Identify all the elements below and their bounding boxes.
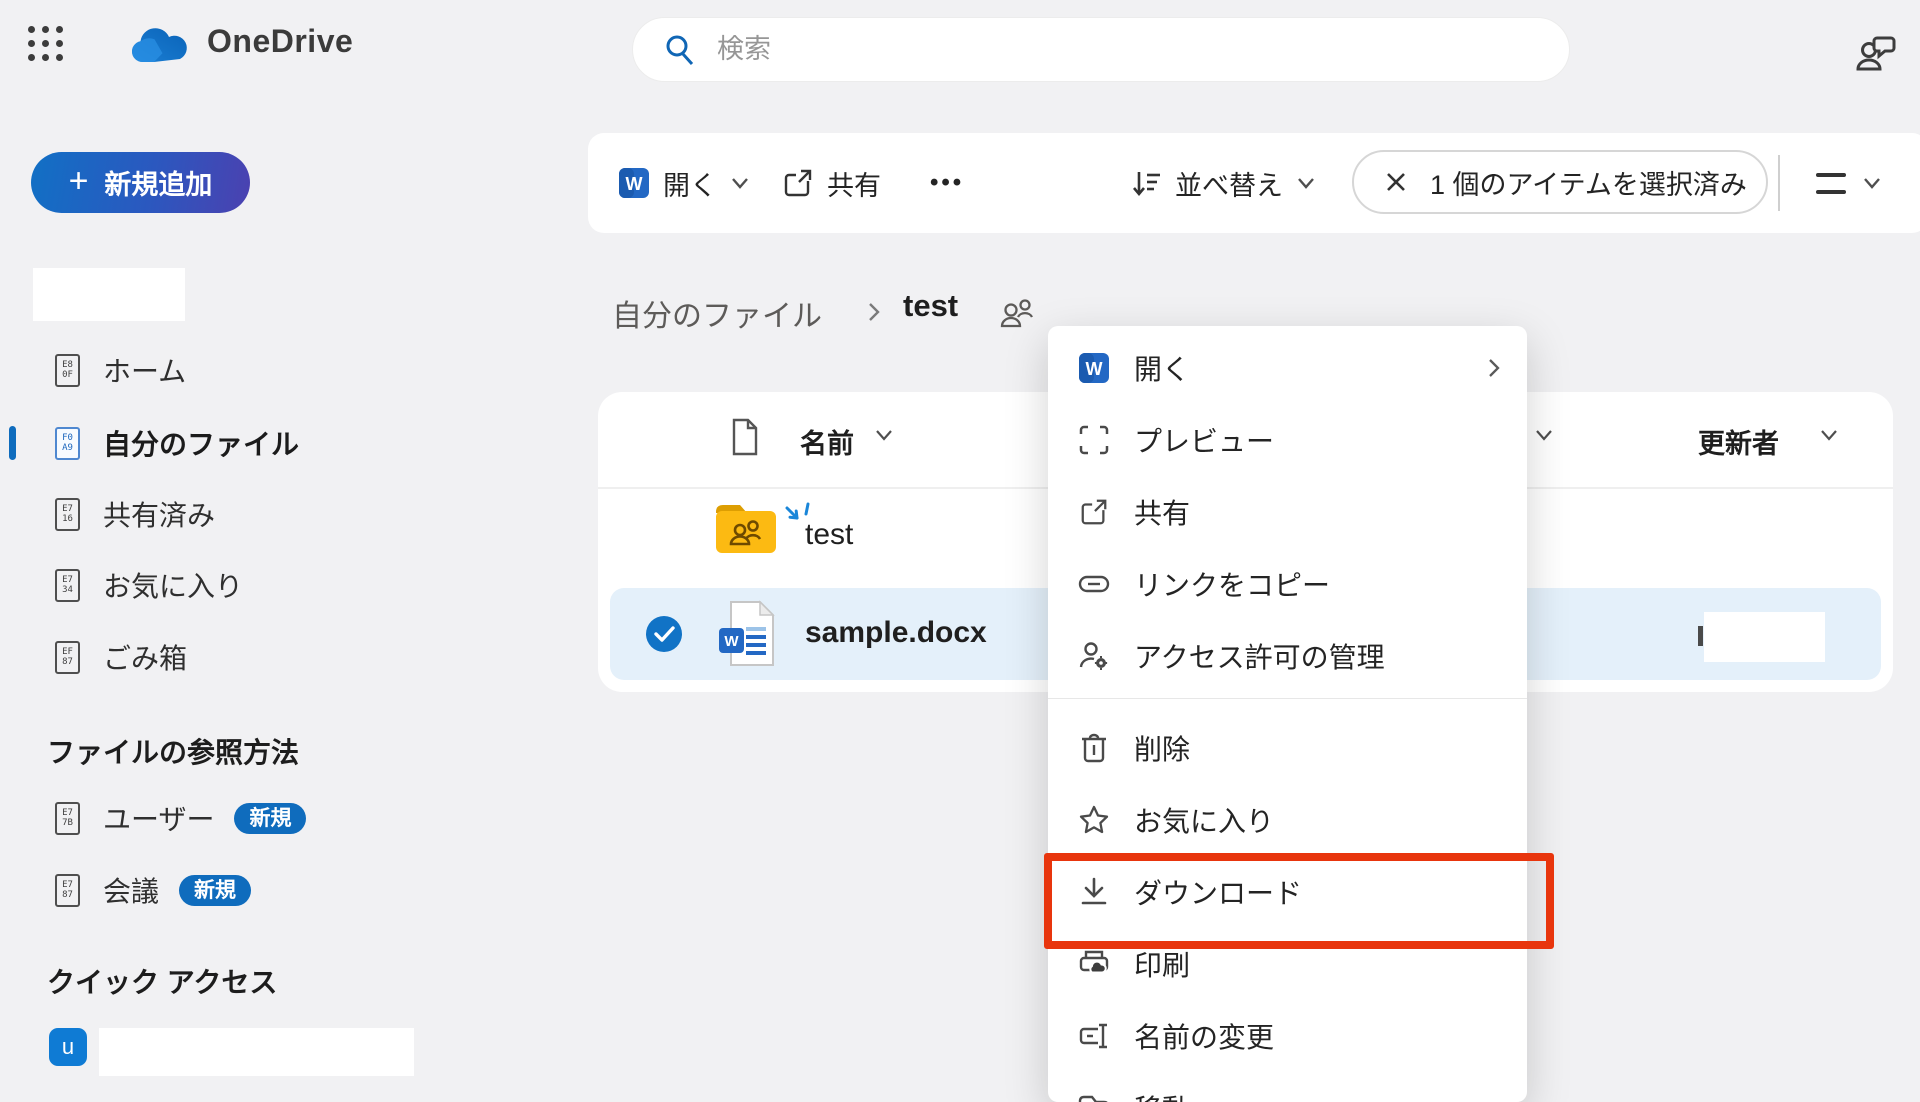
- redacted-box: [99, 1028, 414, 1076]
- share-icon: [1076, 497, 1112, 527]
- menu-item-open[interactable]: W 開く: [1048, 332, 1527, 404]
- svg-text:W: W: [1086, 359, 1103, 379]
- document-column-icon: [730, 418, 760, 456]
- link-icon: [1076, 573, 1112, 595]
- partially-hidden-text: [1698, 626, 1703, 646]
- menu-item-download[interactable]: ダウンロード: [1048, 856, 1527, 928]
- home-icon: E80F: [55, 354, 80, 387]
- sidebar-item-home[interactable]: E80F ホーム: [55, 348, 186, 392]
- context-menu: W 開く プレビュー 共有 リンクをコピー: [1048, 326, 1527, 1102]
- trash-icon: [1076, 733, 1112, 763]
- menu-item-preview[interactable]: プレビュー: [1048, 404, 1527, 476]
- quick-access-avatar[interactable]: u: [49, 1028, 87, 1066]
- chevron-down-icon[interactable]: [875, 429, 893, 442]
- chevron-down-icon: [730, 176, 750, 190]
- sidebar-item-my-files[interactable]: F0A9 自分のファイル: [55, 421, 299, 465]
- preview-icon: [1076, 425, 1112, 455]
- star-icon: [1076, 805, 1112, 835]
- download-icon: [1076, 877, 1112, 907]
- favorites-icon: E734: [55, 569, 80, 602]
- list-view-icon: [1816, 173, 1846, 194]
- recycle-bin-icon: EF87: [55, 641, 80, 674]
- word-icon: W: [1076, 352, 1112, 384]
- person-gear-icon: [1076, 641, 1112, 671]
- redacted-box: [1704, 612, 1825, 662]
- menu-item-rename[interactable]: 名前の変更: [1048, 1000, 1527, 1072]
- menu-item-print[interactable]: 印刷: [1048, 928, 1527, 1000]
- meetings-icon: E787: [55, 874, 80, 907]
- menu-item-copy-link[interactable]: リンクをコピー: [1048, 548, 1527, 620]
- menu-item-move[interactable]: 移動: [1048, 1072, 1527, 1102]
- move-folder-icon: [1076, 1093, 1112, 1102]
- chevron-down-icon[interactable]: [1535, 429, 1553, 442]
- sort-button[interactable]: 並べ替え: [1130, 133, 1316, 233]
- svg-text:W: W: [724, 633, 739, 650]
- file-name: sample.docx: [805, 616, 987, 650]
- menu-item-share[interactable]: 共有: [1048, 476, 1527, 548]
- command-toolbar: W 開く 共有 ••• 並べ替え 1 個のアイテムを選択済み: [588, 133, 1920, 233]
- chevron-right-icon: [866, 300, 882, 324]
- sort-icon: [1130, 167, 1162, 199]
- sidebar-item-favorites[interactable]: E734 お気に入り: [55, 563, 243, 607]
- onedrive-logo-icon: [130, 26, 192, 66]
- app-launcher-icon[interactable]: [28, 26, 68, 66]
- people-icon: E77B: [55, 802, 80, 835]
- open-button[interactable]: W 開く: [618, 133, 750, 233]
- add-new-button[interactable]: + 新規追加: [31, 152, 250, 213]
- new-badge: 新規: [179, 875, 251, 906]
- shared-folder-icon: [712, 496, 780, 558]
- shared-icon: E716: [55, 498, 80, 531]
- close-icon[interactable]: [1384, 170, 1408, 194]
- chevron-down-icon[interactable]: [1820, 429, 1838, 442]
- sidebar-item-shared[interactable]: E716 共有済み: [55, 492, 215, 536]
- column-header-name[interactable]: 名前: [800, 422, 854, 461]
- view-options-button[interactable]: [1816, 133, 1882, 233]
- feedback-icon[interactable]: [1850, 26, 1902, 78]
- word-file-icon: W: [716, 600, 780, 668]
- chevron-down-icon: [1862, 176, 1882, 190]
- selection-count-pill[interactable]: 1 個のアイテムを選択済み: [1352, 150, 1768, 214]
- share-icon: [782, 167, 814, 199]
- section-quick-access: クイック アクセス: [47, 961, 277, 1001]
- print-icon: [1076, 949, 1112, 979]
- selected-item-indicator: [9, 426, 16, 460]
- toolbar-divider: [1778, 155, 1780, 211]
- search-icon: [663, 33, 697, 67]
- shared-people-icon: [1000, 298, 1040, 328]
- chevron-right-icon: [1487, 357, 1501, 379]
- menu-item-favorite[interactable]: お気に入り: [1048, 784, 1527, 856]
- more-commands-button[interactable]: •••: [930, 133, 964, 233]
- app-title: OneDrive: [207, 23, 353, 60]
- breadcrumb-parent[interactable]: 自分のファイル: [612, 291, 822, 335]
- search-input[interactable]: [715, 33, 1539, 66]
- new-badge: 新規: [234, 803, 306, 834]
- share-button[interactable]: 共有: [782, 133, 881, 233]
- my-files-icon: F0A9: [55, 427, 80, 460]
- sidebar-item-meetings[interactable]: E787 会議 新規: [55, 868, 251, 912]
- rename-icon: [1076, 1021, 1112, 1051]
- plus-icon: +: [69, 164, 89, 198]
- breadcrumb-current[interactable]: test: [903, 288, 958, 324]
- svg-text:W: W: [626, 174, 643, 194]
- checked-circle-icon[interactable]: [645, 615, 683, 653]
- column-header-modified-by[interactable]: 更新者: [1698, 422, 1779, 461]
- sidebar-item-recycle-bin[interactable]: EF87 ごみ箱: [55, 635, 187, 679]
- file-name: test: [805, 518, 853, 552]
- section-browse-files: ファイルの参照方法: [47, 731, 299, 771]
- menu-divider: [1048, 698, 1527, 699]
- word-icon: W: [618, 167, 650, 199]
- menu-item-delete[interactable]: 削除: [1048, 712, 1527, 784]
- search-bar[interactable]: [632, 17, 1570, 82]
- redacted-box: [33, 268, 185, 321]
- sidebar-item-people[interactable]: E77B ユーザー 新規: [55, 796, 306, 840]
- menu-item-manage-access[interactable]: アクセス許可の管理: [1048, 620, 1527, 692]
- chevron-down-icon: [1296, 176, 1316, 190]
